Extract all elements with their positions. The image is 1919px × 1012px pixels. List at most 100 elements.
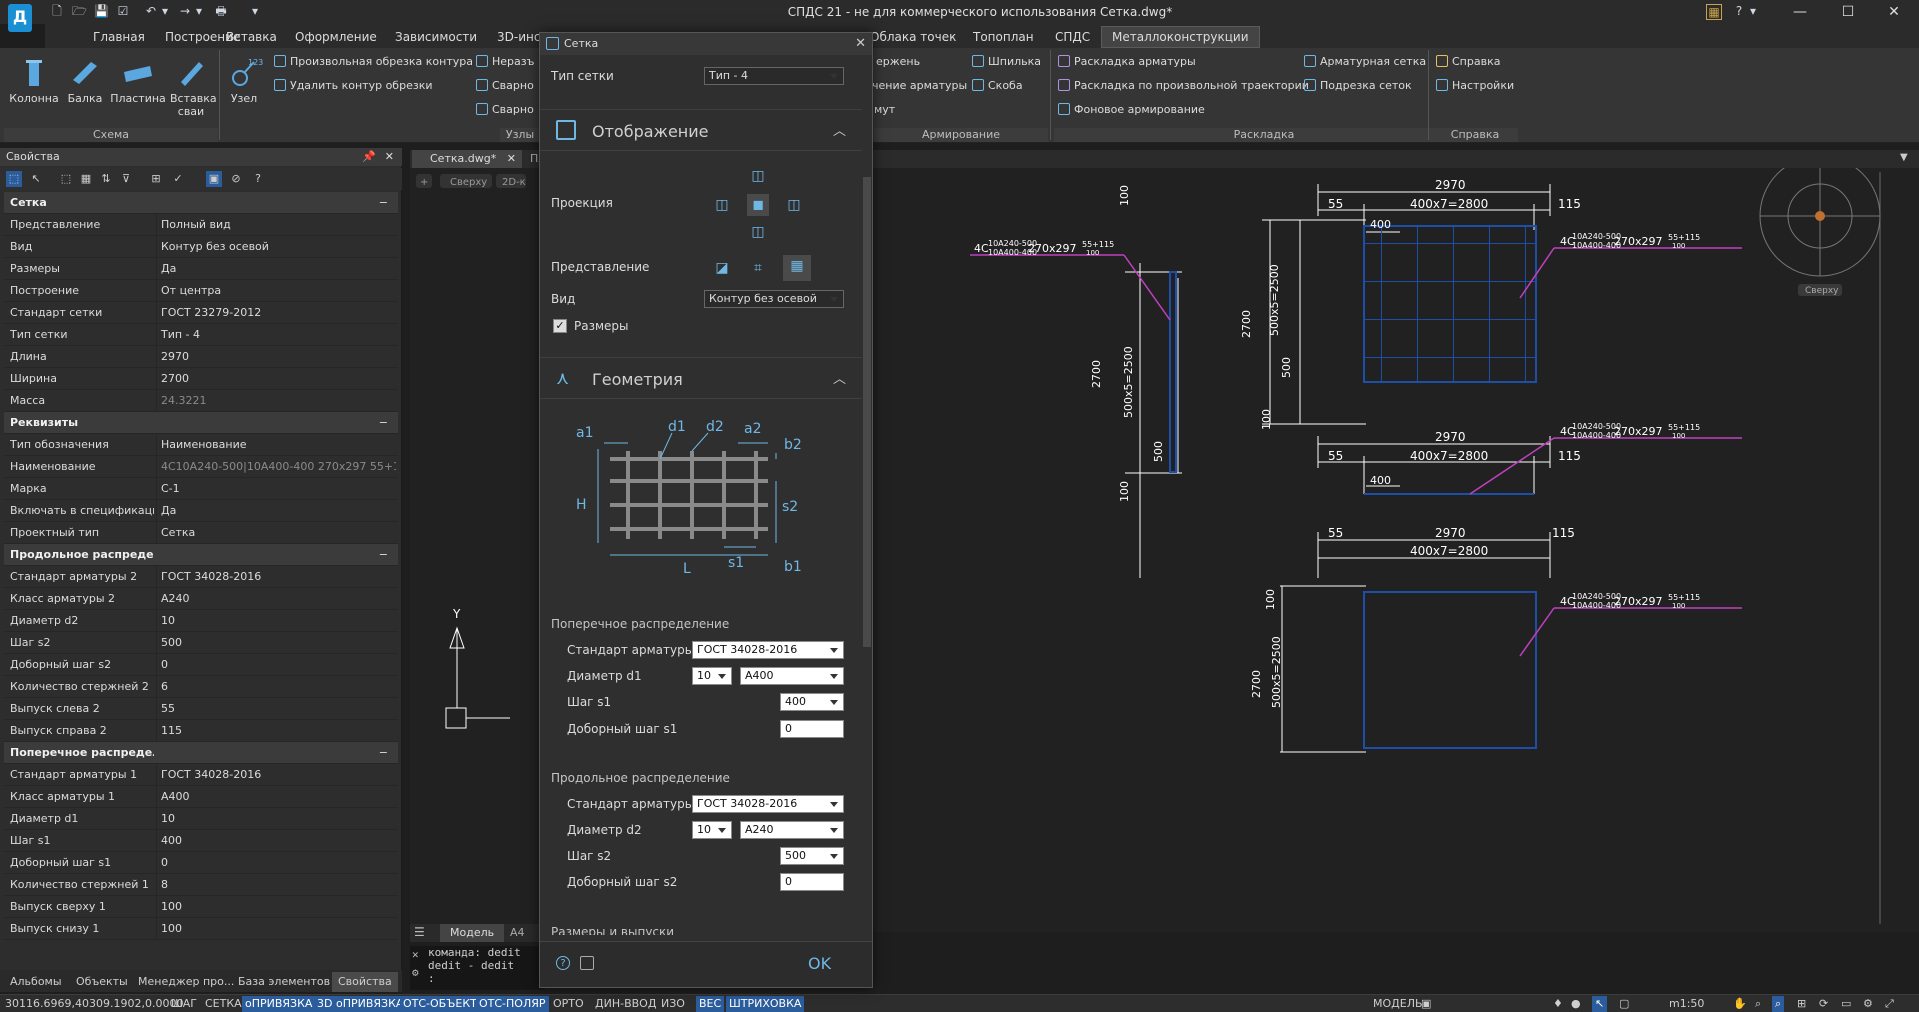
nonremovable-button[interactable]: Неразъ (476, 54, 534, 70)
print-icon[interactable]: 🖶 (214, 4, 228, 18)
status-bulb-icon[interactable]: ● (1568, 996, 1584, 1012)
zoom-window-icon[interactable]: ⌕ (1772, 996, 1785, 1012)
select-grid-icon[interactable]: ▦ (78, 171, 94, 187)
pan-icon[interactable]: ✋ (1730, 996, 1750, 1012)
tab-3d[interactable]: 3D-инс (497, 28, 540, 46)
help-button[interactable]: ? (1732, 4, 1746, 18)
tab-constraints[interactable]: Зависимости (395, 28, 477, 46)
clamp-button[interactable]: мут (874, 102, 895, 118)
tab-pointcloud[interactable]: Облака точек (870, 28, 956, 46)
section-transverse[interactable]: Поперечное распределение− (4, 742, 398, 764)
status-iso[interactable]: ИЗО (658, 996, 688, 1012)
zoom-extents-icon[interactable]: ⊞ (1794, 996, 1809, 1012)
open-folder-icon[interactable]: 🗁 (72, 4, 87, 18)
maximize-icon[interactable]: ☐ (1828, 2, 1868, 22)
prop-row[interactable]: Вид Контур без осевой (4, 236, 398, 258)
undo-dropdown-icon[interactable]: ▾ (158, 4, 172, 18)
add-step2-input[interactable]: 0 (780, 873, 844, 891)
prop-row[interactable]: Количество стержней 26 (4, 676, 398, 698)
prop-row[interactable]: Класс арматуры 1 А400 (4, 786, 398, 808)
preview-settings-icon[interactable] (580, 956, 594, 970)
prop-row[interactable]: Количество стержней 18 (4, 874, 398, 896)
s2-select[interactable]: 500 (780, 847, 844, 865)
add-step1-input[interactable]: 0 (780, 720, 844, 738)
projection-right-icon[interactable]: ◫ (783, 194, 805, 216)
prop-row[interactable]: Длина 2970 (4, 346, 398, 368)
rebar-layout-button[interactable]: Раскладка арматуры (1058, 54, 1196, 70)
repr-full-icon[interactable]: ▦ (783, 255, 811, 281)
layout-menu-icon[interactable]: ☰ (414, 925, 430, 941)
prop-row[interactable]: Диаметр d2 10 (4, 610, 398, 632)
projection-bottom-icon[interactable]: ◫ (747, 221, 769, 243)
save-all-icon[interactable]: ☑ (116, 4, 130, 18)
status-otrack[interactable]: ОТС-ОБЪЕКТ (400, 996, 480, 1012)
tab-project-manager[interactable]: Менеджер про... (138, 974, 234, 990)
weld-button-2[interactable]: Сварно (476, 102, 534, 118)
plate-button[interactable]: Пластина (110, 58, 166, 105)
prop-row[interactable]: Класс арматуры 2 А240 (4, 588, 398, 610)
status-dyn[interactable]: ДИН-ВВОД (592, 996, 659, 1012)
close-icon[interactable]: ✕ (1874, 2, 1914, 22)
remove-trim-button[interactable]: Удалить контур обрезки (274, 78, 432, 94)
repr-axis-icon[interactable]: ⌗ (747, 257, 769, 279)
dialog-titlebar[interactable]: Сетка ✕ (540, 33, 872, 55)
command-line[interactable]: ✕ ⚙ команда: dedit dedit - dedit : (410, 946, 545, 990)
status-lock-icon[interactable]: ▣ (1418, 996, 1434, 1012)
tab-properties[interactable]: Свойства (332, 972, 398, 992)
mesh-type-select[interactable]: Тип - 4 (704, 67, 844, 85)
status-cursor-icon[interactable]: ↖ (1592, 996, 1608, 1012)
prop-row[interactable]: Проектный тип Сетка (4, 522, 398, 544)
redo-icon[interactable]: → (178, 4, 192, 18)
prop-row[interactable]: Шаг s1 400 (4, 830, 398, 852)
status-scale[interactable]: m1:50 (1666, 996, 1707, 1012)
check-icon[interactable]: ✓ (170, 171, 186, 187)
customize-dropdown-icon[interactable]: ▾ (248, 4, 262, 18)
tab-insert[interactable]: Вставка (226, 28, 277, 46)
prop-row[interactable]: Стандарт сетки ГОСТ 23279-2012 (4, 302, 398, 324)
custom-trim-button[interactable]: Произвольная обрезка контура (274, 54, 473, 70)
class2-select[interactable]: А240 (740, 821, 844, 839)
status-hatch[interactable]: ШТРИХОВКА (726, 996, 805, 1012)
prop-row[interactable]: Марка С-1 (4, 478, 398, 500)
insert-pile-button[interactable]: Вставка сваи (170, 58, 217, 118)
std1-select[interactable]: ГОСТ 34028-2016 (692, 641, 844, 659)
bracket-button[interactable]: Скоба (972, 78, 1023, 94)
mesh-trim-button[interactable]: Подрезка сеток (1304, 78, 1412, 94)
collapse-icon[interactable]: ︿ (833, 368, 846, 387)
settings-button[interactable]: Настройки (1436, 78, 1514, 94)
tab-home[interactable]: Главная (93, 28, 145, 46)
status-annot-icon[interactable]: ♦ (1550, 996, 1566, 1012)
group-select-icon[interactable]: ⊞ (148, 171, 164, 187)
s1-select[interactable]: 400 (780, 693, 844, 711)
tab-spds[interactable]: СПДС (1055, 28, 1090, 46)
cursor-icon[interactable]: ↖ (28, 171, 44, 187)
prop-row[interactable]: Выпуск слева 2 55 (4, 698, 398, 720)
minimize-icon[interactable]: — (1780, 2, 1820, 22)
status-3dosnap[interactable]: 3D оПРИВЯЗКА (314, 996, 407, 1012)
command-close-icon[interactable]: ✕ (412, 948, 419, 961)
prop-row[interactable]: Выпуск сверху 1 100 (4, 896, 398, 918)
help-dropdown-icon[interactable]: ▾ (1746, 4, 1760, 18)
sort-icon[interactable]: ⇅ (98, 171, 114, 187)
dialog-scrollbar[interactable] (862, 57, 872, 959)
redo-dropdown-icon[interactable]: ▾ (192, 4, 206, 18)
prop-row[interactable]: Диаметр d1 10 (4, 808, 398, 830)
status-osnap[interactable]: оПРИВЯЗКА (242, 996, 316, 1012)
filter-icon[interactable]: ⊽ (118, 171, 134, 187)
tab-topoplan[interactable]: Топоплан (973, 28, 1034, 46)
stud-button[interactable]: Шпилька (972, 54, 1041, 70)
status-weight[interactable]: ВЕС (696, 996, 725, 1012)
prop-row[interactable]: Тип обозначения Наименование (4, 434, 398, 456)
collapse-icon[interactable]: ︿ (833, 120, 846, 139)
projection-front-icon[interactable]: ◼ (747, 194, 769, 216)
prop-row[interactable]: Стандарт арматуры 2 ГОСТ 34028-2016 (4, 566, 398, 588)
display-section-header[interactable]: Отображение ︿ (540, 109, 862, 151)
prop-row[interactable]: Тип сетки Тип - 4 (4, 324, 398, 346)
rod-button[interactable]: ержень (876, 54, 920, 70)
tab-albums[interactable]: Альбомы (10, 974, 62, 990)
tab-metal[interactable]: Металлоконструкции (1101, 26, 1260, 48)
dims-checkbox[interactable]: ✓ (553, 319, 567, 333)
command-settings-icon[interactable]: ⚙ (412, 966, 419, 979)
pin-icon[interactable]: 📌 (362, 148, 376, 166)
weld-button-1[interactable]: Сварно (476, 78, 534, 94)
